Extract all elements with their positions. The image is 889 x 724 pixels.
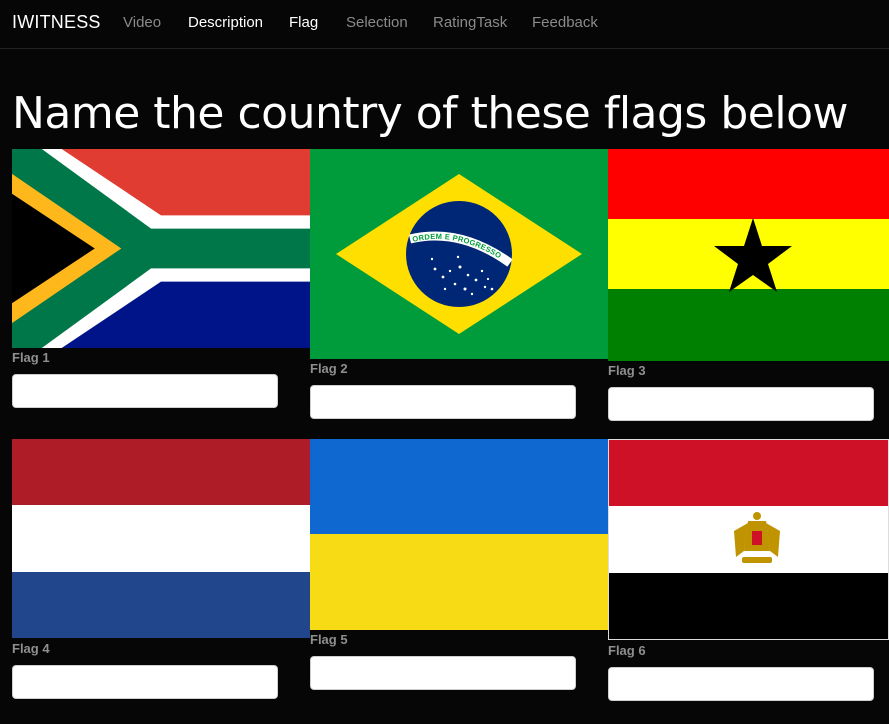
page-title: Name the country of these flags below [12,88,848,139]
top-navbar: IWITNESS Video Description Flag Selectio… [0,0,889,49]
nav-selection[interactable]: Selection [346,14,408,31]
flag-6-input[interactable] [608,667,874,701]
flag-6-label: Flag 6 [608,643,646,658]
flag-1-label: Flag 1 [12,350,50,365]
flag-5-label: Flag 5 [310,632,348,647]
flag-3-image [608,149,889,361]
flag-1-input[interactable] [12,374,278,408]
nav-description[interactable]: Description [188,14,263,31]
flag-5-input[interactable] [310,656,576,690]
flag-6-image [608,439,889,640]
flag-1-image [12,149,310,348]
nav-video[interactable]: Video [123,14,161,31]
brand-logo[interactable]: IWITNESS [12,12,101,33]
nav-rating-task[interactable]: RatingTask [433,14,507,31]
flag-5-image [310,439,608,630]
flag-4-image [12,439,310,638]
flag-3-label: Flag 3 [608,363,646,378]
flag-2-input[interactable] [310,385,576,419]
flag-4-input[interactable] [12,665,278,699]
flag-3-input[interactable] [608,387,874,421]
flag-4-label: Flag 4 [12,641,50,656]
nav-feedback[interactable]: Feedback [532,14,598,31]
flag-2-label: Flag 2 [310,361,348,376]
nav-flag[interactable]: Flag [289,14,318,31]
flag-2-image: ORDEM E PROGRESSO [310,149,608,359]
